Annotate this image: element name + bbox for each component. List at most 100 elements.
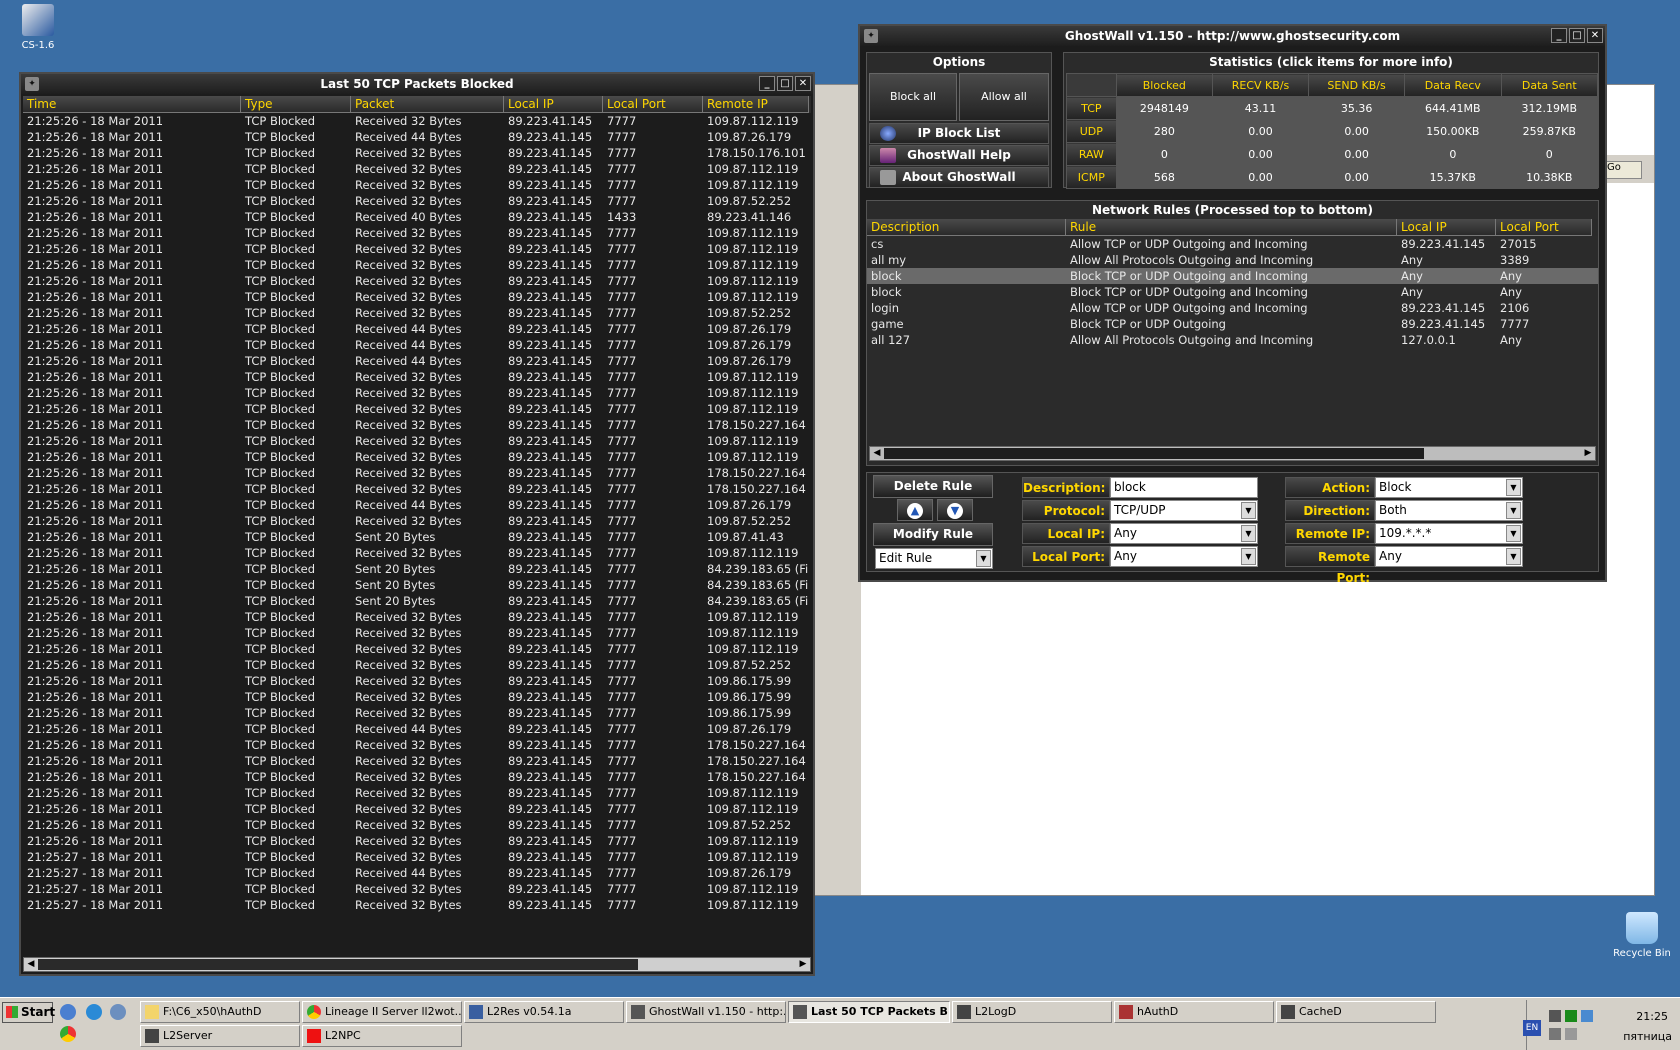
table-row[interactable]: 21:25:26 - 18 Mar 2011 TCP Blocked Receive… <box>23 369 811 385</box>
column-header-packet[interactable]: Packet <box>351 96 504 113</box>
edit-mode-select[interactable]: Edit Rule ▼ <box>875 548 993 569</box>
move-down-button[interactable]: ▼ <box>937 499 973 521</box>
taskbar-button[interactable]: L2LogD <box>952 1001 1112 1023</box>
table-row[interactable]: 21:25:26 - 18 Mar 2011 TCP Blocked Receive… <box>23 769 811 785</box>
stat-cell[interactable]: 0.00 <box>1211 142 1310 166</box>
taskbar-button[interactable]: hAuthD <box>1114 1001 1274 1023</box>
stat-cell[interactable]: 0 <box>1404 142 1502 166</box>
chevron-down-icon[interactable]: ▼ <box>1506 548 1521 565</box>
local-port-select[interactable]: Any ▼ <box>1110 546 1258 567</box>
stat-cell[interactable]: 0 <box>1115 142 1213 166</box>
scroll-right-arrow-icon[interactable]: ▶ <box>796 958 810 971</box>
table-row[interactable]: 21:25:26 - 18 Mar 2011 TCP Blocked Receive… <box>23 337 811 353</box>
stat-cell[interactable]: 0 <box>1500 142 1599 166</box>
chevron-down-icon[interactable]: ▼ <box>1241 548 1256 565</box>
direction-select[interactable]: Both ▼ <box>1375 500 1523 521</box>
table-row[interactable]: 21:25:26 - 18 Mar 2011 TCP Blocked Receive… <box>23 113 811 129</box>
table-row[interactable]: 21:25:26 - 18 Mar 2011 TCP Blocked Receive… <box>23 273 811 289</box>
table-row[interactable]: 21:25:26 - 18 Mar 2011 TCP Blocked Receive… <box>23 385 811 401</box>
chevron-down-icon[interactable]: ▼ <box>976 550 991 567</box>
go-button[interactable]: Go <box>1602 161 1642 179</box>
stat-cell[interactable]: 43.11 <box>1211 96 1310 120</box>
taskbar-button[interactable]: L2Res v0.54.1a <box>464 1001 624 1023</box>
table-row[interactable]: 21:25:26 - 18 Mar 2011 TCP Blocked Receive… <box>23 401 811 417</box>
table-row[interactable]: 21:25:26 - 18 Mar 2011 TCP Blocked Receive… <box>23 209 811 225</box>
scrollbar-track[interactable] <box>38 959 638 970</box>
rules-horizontal-scrollbar[interactable]: ◀ ▶ <box>869 446 1596 461</box>
table-row[interactable]: 21:25:26 - 18 Mar 2011 TCP Blocked Receive… <box>23 465 811 481</box>
table-row[interactable]: 21:25:26 - 18 Mar 2011 TCP Blocked Receive… <box>23 145 811 161</box>
status-tray-icon[interactable] <box>1565 1010 1577 1022</box>
remote-ip-select[interactable]: 109.*.*.* ▼ <box>1375 523 1523 544</box>
table-row[interactable]: 21:25:26 - 18 Mar 2011 TCP Blocked Receive… <box>23 305 811 321</box>
table-row[interactable]: 21:25:26 - 18 Mar 2011 TCP Blocked Sent 20… <box>23 529 811 545</box>
start-button[interactable]: Start <box>2 1002 55 1023</box>
stat-cell[interactable]: 280 <box>1115 119 1213 143</box>
protocol-select[interactable]: TCP/UDP ▼ <box>1110 500 1258 521</box>
close-button[interactable]: ✕ <box>795 76 811 91</box>
table-row[interactable]: 21:25:26 - 18 Mar 2011 TCP Blocked Receive… <box>23 353 811 369</box>
internet-explorer-icon[interactable] <box>86 1004 102 1020</box>
table-row[interactable]: 21:25:26 - 18 Mar 2011 TCP Blocked Receive… <box>23 833 811 849</box>
stat-cell[interactable]: 0.00 <box>1308 165 1406 189</box>
allow-all-button[interactable]: Allow all <box>959 73 1049 121</box>
maximize-button[interactable]: □ <box>777 76 793 91</box>
stat-cell[interactable]: 15.37KB <box>1404 165 1502 189</box>
column-header-type[interactable]: Type <box>241 96 351 113</box>
rule-row[interactable]: login Allow TCP or UDP Outgoing and Incom… <box>867 300 1598 316</box>
table-row[interactable]: 21:25:26 - 18 Mar 2011 TCP Blocked Receive… <box>23 641 811 657</box>
table-row[interactable]: 21:25:26 - 18 Mar 2011 TCP Blocked Receive… <box>23 449 811 465</box>
stat-cell[interactable]: 150.00KB <box>1404 119 1502 143</box>
taskbar-button[interactable]: GhostWall v1.150 - http:... <box>626 1001 786 1023</box>
stat-cell[interactable]: 35.36 <box>1308 96 1406 120</box>
stat-cell[interactable]: 2948149 <box>1115 96 1213 120</box>
chrome-icon[interactable] <box>60 1026 76 1042</box>
show-desktop-icon[interactable] <box>60 1004 76 1020</box>
quick-launch-icon[interactable] <box>110 1004 126 1020</box>
rule-row[interactable]: block Block TCP or UDP Outgoing and Incom… <box>867 284 1598 300</box>
stat-cell[interactable]: 568 <box>1115 165 1213 189</box>
table-row[interactable]: 21:25:27 - 18 Mar 2011 TCP Blocked Receive… <box>23 881 811 897</box>
column-header-local-ip[interactable]: Local IP <box>504 96 603 113</box>
table-row[interactable]: 21:25:26 - 18 Mar 2011 TCP Blocked Receive… <box>23 257 811 273</box>
scroll-right-arrow-icon[interactable]: ▶ <box>1581 447 1595 460</box>
scroll-left-arrow-icon[interactable]: ◀ <box>870 447 884 460</box>
column-header-local-port[interactable]: Local Port <box>1496 219 1592 236</box>
local-ip-select[interactable]: Any ▼ <box>1110 523 1258 544</box>
ip-block-list-button[interactable]: IP Block List <box>869 123 1049 144</box>
table-row[interactable]: 21:25:26 - 18 Mar 2011 TCP Blocked Receive… <box>23 289 811 305</box>
taskbar-button[interactable]: CacheD <box>1276 1001 1436 1023</box>
table-row[interactable]: 21:25:27 - 18 Mar 2011 TCP Blocked Receive… <box>23 897 811 913</box>
table-row[interactable]: 21:25:26 - 18 Mar 2011 TCP Blocked Receive… <box>23 625 811 641</box>
table-row[interactable]: 21:25:26 - 18 Mar 2011 TCP Blocked Receive… <box>23 497 811 513</box>
tray-icon[interactable] <box>1565 1028 1577 1040</box>
desktop-icon-recycle-bin[interactable]: Recycle Bin <box>1604 912 1680 959</box>
table-row[interactable]: 21:25:26 - 18 Mar 2011 TCP Blocked Receive… <box>23 193 811 209</box>
minimize-button[interactable]: _ <box>759 76 775 91</box>
column-header-rule[interactable]: Rule <box>1066 219 1397 236</box>
column-header-local-port[interactable]: Local Port <box>603 96 703 113</box>
taskbar-button[interactable]: Lineage II Server ll2wot... <box>302 1001 462 1023</box>
table-row[interactable]: 21:25:26 - 18 Mar 2011 TCP Blocked Receive… <box>23 689 811 705</box>
taskbar-button[interactable]: L2Server <box>140 1025 300 1047</box>
stat-cell[interactable]: 312.19MB <box>1500 96 1599 120</box>
table-row[interactable]: 21:25:26 - 18 Mar 2011 TCP Blocked Receive… <box>23 545 811 561</box>
table-row[interactable]: 21:25:26 - 18 Mar 2011 TCP Blocked Receive… <box>23 513 811 529</box>
move-up-button[interactable]: ▲ <box>897 499 933 521</box>
table-row[interactable]: 21:25:26 - 18 Mar 2011 TCP Blocked Receive… <box>23 481 811 497</box>
remote-port-select[interactable]: Any ▼ <box>1375 546 1523 567</box>
column-header-description[interactable]: Description <box>867 219 1066 236</box>
rule-row[interactable]: all 127 Allow All Protocols Outgoing and … <box>867 332 1598 348</box>
action-select[interactable]: Block ▼ <box>1375 477 1523 498</box>
table-row[interactable]: 21:25:26 - 18 Mar 2011 TCP Blocked Receive… <box>23 161 811 177</box>
scroll-left-arrow-icon[interactable]: ◀ <box>24 958 38 971</box>
maximize-button[interactable]: □ <box>1569 28 1585 43</box>
delete-rule-button[interactable]: Delete Rule <box>873 475 993 498</box>
rule-row[interactable]: cs Allow TCP or UDP Outgoing and Incoming… <box>867 236 1598 252</box>
table-row[interactable]: 21:25:26 - 18 Mar 2011 TCP Blocked Receive… <box>23 785 811 801</box>
taskbar-button[interactable]: F:\C6_x50\hAuthD <box>140 1001 300 1023</box>
table-row[interactable]: 21:25:26 - 18 Mar 2011 TCP Blocked Receive… <box>23 177 811 193</box>
ghostwall-titlebar[interactable]: ✦ GhostWall v1.150 - http://www.ghostsec… <box>860 26 1605 46</box>
ghost-tray-icon[interactable] <box>1549 1010 1561 1022</box>
table-row[interactable]: 21:25:26 - 18 Mar 2011 TCP Blocked Receive… <box>23 817 811 833</box>
